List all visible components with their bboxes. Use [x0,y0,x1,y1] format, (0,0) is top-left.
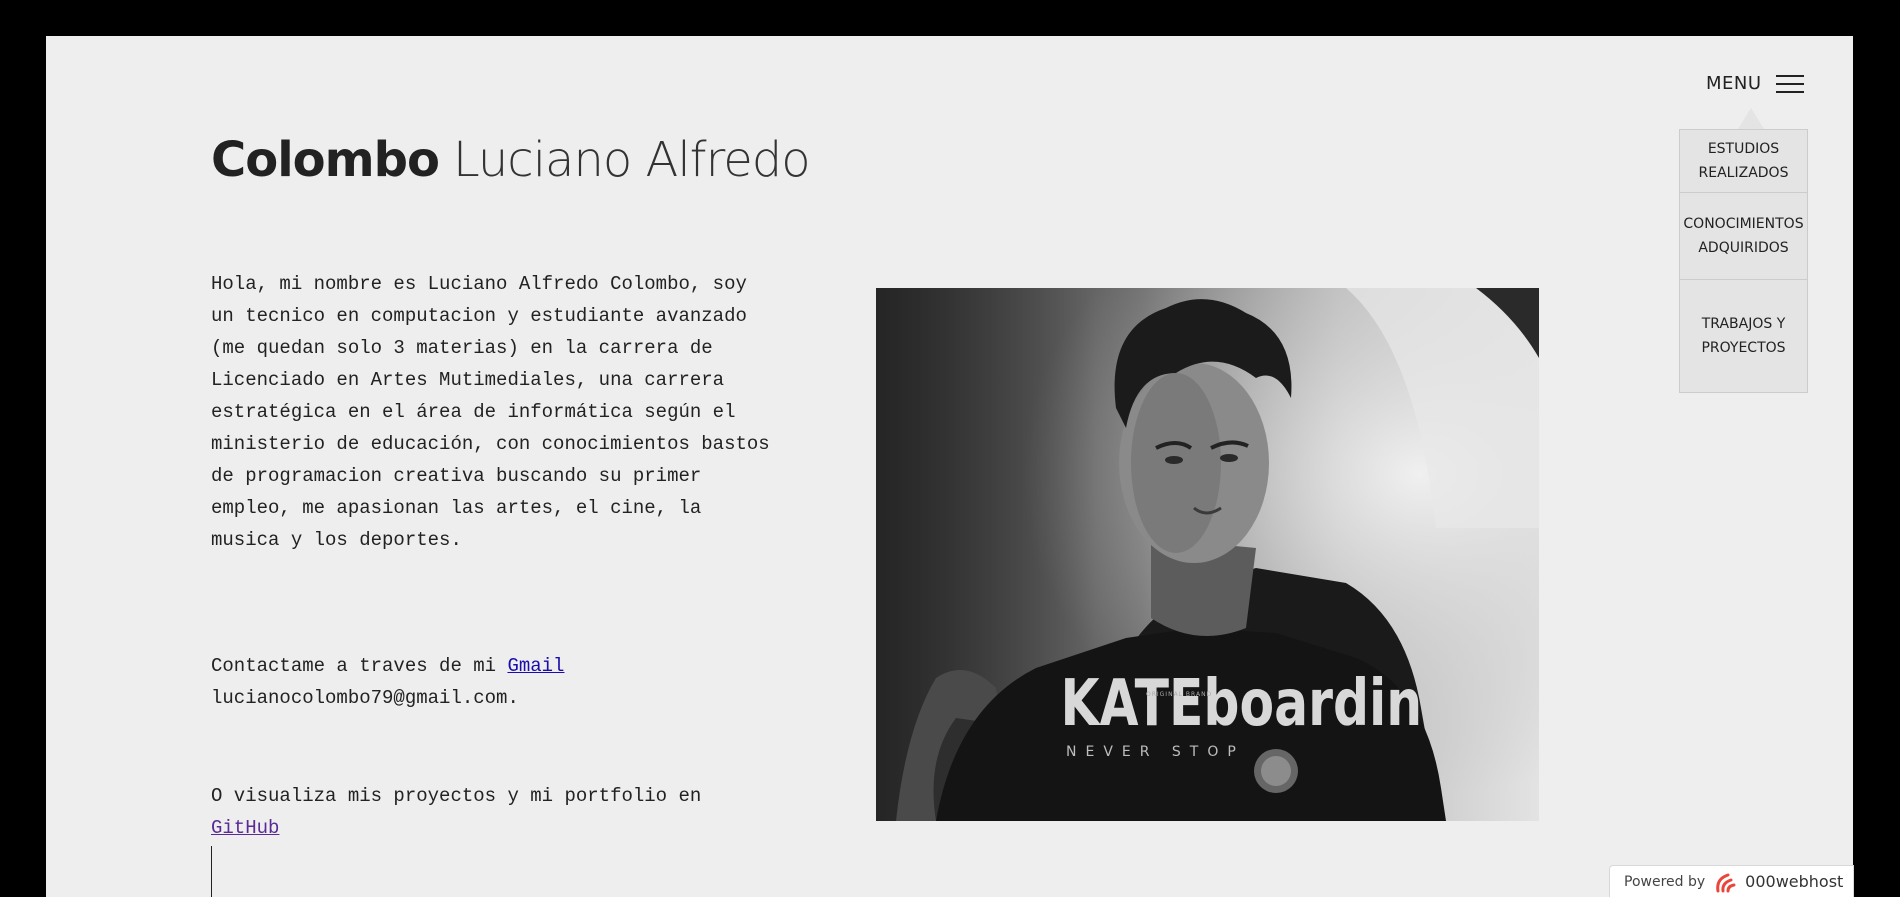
contact-prefix: Contactame a traves de mi [211,655,508,677]
page-title: Colombo Luciano Alfredo [211,132,811,190]
menu-item-estudios-line2: REALIZADOS [1698,165,1789,181]
menu-item-estudios[interactable]: ESTUDIOS REALIZADOS [1680,130,1807,193]
menu-item-conocimientos[interactable]: CONOCIMIENTOS ADQUIRIDOS [1680,193,1807,280]
shirt-small-text: ORIGINAL BRAND [1146,691,1212,698]
menu-dropdown: ESTUDIOS REALIZADOS CONOCIMIENTOS ADQUIRID… [1679,129,1808,393]
portfolio-prefix: O visualiza mis proyectos y mi portfolio… [211,785,702,807]
menu-item-trabajos-line2: PROYECTOS [1701,340,1786,356]
page-container: Colombo Luciano Alfredo Hola, mi nombre e… [46,36,1853,897]
badge-powered-text: Powered by [1624,873,1706,890]
menu-button[interactable]: MENU [1706,73,1804,94]
portfolio-paragraph: O visualiza mis proyectos y mi portfolio… [211,780,771,844]
menu-item-conocimientos-line1: CONOCIMIENTOS [1683,216,1804,232]
title-last-name: Colombo [211,132,440,188]
gmail-link[interactable]: Gmail [507,655,564,677]
powered-by-badge[interactable]: Powered by 000webhost [1609,865,1854,897]
dropdown-arrow [1738,108,1764,129]
profile-photo-graphic: KATEboardin NEVER STOP ORIGINAL BRAND [876,288,1539,821]
divider-line [211,846,212,897]
menu-item-trabajos-line1: TRABAJOS Y [1701,316,1786,332]
menu-item-estudios-line1: ESTUDIOS [1707,141,1780,157]
shirt-subtext: NEVER STOP [1066,744,1245,760]
contact-paragraph: Contactame a traves de mi Gmail lucianoco… [211,650,771,714]
title-first-name: Luciano Alfredo [452,132,811,188]
badge-host-text: 000webhost [1745,872,1844,891]
menu-item-trabajos[interactable]: TRABAJOS Y PROYECTOS [1680,280,1807,392]
github-link[interactable]: GitHub [211,817,279,839]
hamburger-icon [1775,74,1804,94]
email-text: lucianocolombo79@gmail.com. [211,687,519,709]
profile-photo: KATEboardin NEVER STOP ORIGINAL BRAND [876,288,1539,821]
bio-paragraph: Hola, mi nombre es Luciano Alfredo Colom… [211,273,770,551]
menu-label: MENU [1706,73,1762,94]
webhost-logo-icon [1716,873,1736,892]
shirt-text: KATEboardin [1061,665,1423,741]
menu-item-conocimientos-line2: ADQUIRIDOS [1698,240,1789,256]
